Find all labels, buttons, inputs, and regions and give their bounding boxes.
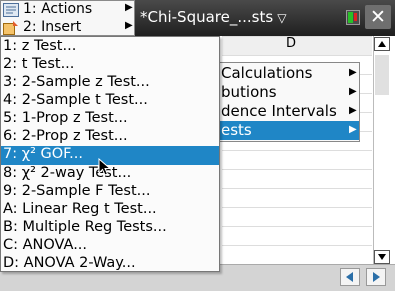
previous-page-icon[interactable] <box>340 268 360 286</box>
document-tab-label: *Chi-Square_...sts <box>140 8 274 26</box>
submenu-item-confidence-intervals[interactable]: dence Intervals ▶ <box>215 102 359 121</box>
chevron-down-icon: ▽ <box>277 11 287 25</box>
menu-item-actions[interactable]: 1: Actions ▶ <box>1 1 136 19</box>
submenu-item-calculations[interactable]: Calculations ▶ <box>215 64 359 83</box>
menu-item-anova[interactable]: C: ANOVA... <box>1 237 219 256</box>
submenu-item-label: dence Intervals <box>221 102 337 120</box>
top-menu: 1: Actions ▶ 2: Insert ▶ <box>0 0 135 36</box>
menu-item-label: D: ANOVA 2-Way... <box>3 255 136 271</box>
menu-item-label: 5: 1-Prop z Test... <box>3 110 128 126</box>
scroll-up-arrow-icon[interactable] <box>374 37 390 51</box>
menu-item-t-test[interactable]: 2: t Test... <box>1 56 219 75</box>
column-header-d[interactable]: D <box>286 36 296 51</box>
menu-item-label: A: Linear Reg t Test... <box>3 201 157 217</box>
menu-item-label: 9: 2-Sample F Test... <box>3 183 151 199</box>
menu-item-2-sample-f-test[interactable]: 9: 2-Sample F Test... <box>1 183 219 202</box>
actions-icon <box>3 3 19 17</box>
insert-icon <box>3 21 19 35</box>
submenu-arrow-icon: ▶ <box>349 105 357 116</box>
mouse-pointer-icon <box>98 158 112 176</box>
menu-item-1-prop-z-test[interactable]: 5: 1-Prop z Test... <box>1 110 219 129</box>
menu-item-label: 1: z Test... <box>3 38 77 54</box>
submenu-item-label: butions <box>221 83 277 101</box>
menu-item-label: C: ANOVA... <box>3 237 88 253</box>
battery-icon <box>346 10 364 25</box>
submenu-arrow-icon: ▶ <box>349 67 357 78</box>
menu-item-label: 6: 2-Prop z Test... <box>3 128 128 144</box>
menu-item-label: 2: t Test... <box>3 56 75 72</box>
next-page-icon[interactable] <box>366 268 386 286</box>
submenu-arrow-icon: ▶ <box>349 86 357 97</box>
stats-submenu: Calculations ▶ butions ▶ dence Intervals… <box>214 62 360 142</box>
menu-item-2-sample-t-test[interactable]: 4: 2-Sample t Test... <box>1 92 219 111</box>
submenu-arrow-icon: ▶ <box>125 2 133 13</box>
menu-item-label: 4: 2-Sample t Test... <box>3 92 148 108</box>
submenu-item-stat-tests[interactable]: ests ▶ <box>215 121 359 140</box>
menu-item-2-sample-z-test[interactable]: 3: 2-Sample z Test... <box>1 74 219 93</box>
menu-item-insert[interactable]: 2: Insert ▶ <box>1 19 136 37</box>
document-tab[interactable]: *Chi-Square_...sts ▽ <box>140 8 286 26</box>
scrollbar-thumb[interactable] <box>375 55 389 95</box>
menu-item-label: 1: Actions <box>23 1 93 17</box>
menu-item-label: 7: χ² GOF... <box>3 146 84 162</box>
menu-item-label: 2: Insert <box>23 19 82 35</box>
stat-tests-menu: 1: z Test... 2: t Test... 3: 2-Sample z … <box>0 36 220 272</box>
menu-item-label: 3: 2-Sample z Test... <box>3 74 150 90</box>
menu-item-anova-2-way[interactable]: D: ANOVA 2-Way... <box>1 255 219 274</box>
menu-item-linear-reg-t-test[interactable]: A: Linear Reg t Test... <box>1 201 219 220</box>
submenu-arrow-icon: ▶ <box>349 124 357 135</box>
menu-item-label: B: Multiple Reg Tests... <box>3 219 167 235</box>
submenu-item-distributions[interactable]: butions ▶ <box>215 83 359 102</box>
submenu-arrow-icon: ▶ <box>125 20 133 31</box>
submenu-item-label: Calculations <box>221 64 313 82</box>
menu-item-2-prop-z-test[interactable]: 6: 2-Prop z Test... <box>1 128 219 147</box>
close-icon[interactable]: ✕ <box>365 5 391 29</box>
menu-item-multiple-reg-tests[interactable]: B: Multiple Reg Tests... <box>1 219 219 238</box>
menu-item-z-test[interactable]: 1: z Test... <box>1 38 219 57</box>
scroll-down-arrow-icon[interactable] <box>374 250 390 264</box>
submenu-item-label: ests <box>221 121 252 139</box>
